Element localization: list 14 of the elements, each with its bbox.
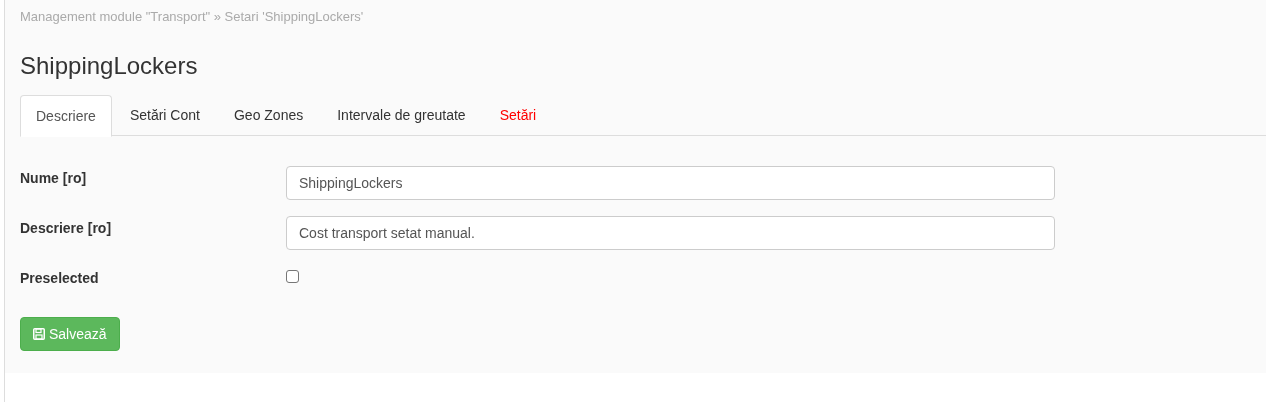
field-label: Preselected (20, 269, 100, 288)
tab[interactable]: Descriere (20, 95, 112, 137)
tab[interactable]: Setări Cont (113, 95, 216, 136)
save-icon (33, 328, 45, 340)
checkbox[interactable] (286, 270, 299, 283)
tab[interactable]: Geo Zones (217, 95, 320, 136)
field-label: Nume [ro] (20, 169, 88, 188)
tab[interactable]: Setări (483, 95, 553, 136)
page-title: ShippingLockers (20, 52, 199, 80)
tab[interactable]: Intervale de greutate (321, 95, 482, 136)
input-field[interactable]: ShippingLockers (286, 166, 1055, 200)
input-field[interactable]: Cost transport setat manual. (286, 216, 1055, 250)
breadcrumb: Management module "Transport" » Setari 'ShippingLockers' (20, 8, 365, 26)
field-label: Descriere [ro] (20, 219, 113, 238)
